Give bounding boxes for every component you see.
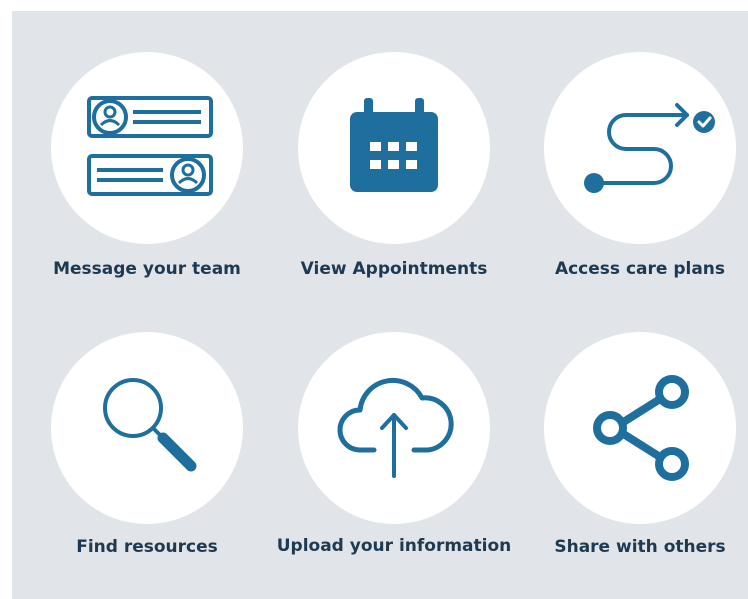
icon-circle (544, 332, 736, 524)
tile-label: Upload your information (276, 536, 512, 556)
calendar-icon (350, 98, 438, 192)
tile-share-with-others[interactable]: Share with others (520, 308, 748, 588)
icon-circle (298, 332, 490, 524)
icon-circle (298, 52, 490, 244)
icon-circle (51, 52, 243, 244)
icon-circle (544, 52, 736, 244)
tile-label: View Appointments (300, 259, 488, 279)
cloud-upload-icon (337, 377, 454, 478)
tile-label: Access care plans (554, 259, 726, 279)
tile-access-care-plans[interactable]: Access care plans (520, 28, 748, 308)
search-icon (103, 378, 197, 472)
feature-grid: Message your team View Appointments Acce… (12, 11, 748, 599)
tile-view-appointments[interactable]: View Appointments (274, 28, 514, 308)
tile-label: Find resources (76, 537, 218, 557)
care-path-icon (584, 103, 715, 193)
icon-circle (51, 332, 243, 524)
share-icon (593, 375, 689, 481)
message-cards-icon (87, 96, 213, 196)
tile-find-resources[interactable]: Find resources (27, 308, 267, 588)
tile-upload-your-information[interactable]: Upload your information (274, 308, 514, 588)
tile-label: Message your team (53, 259, 241, 279)
tile-message-your-team[interactable]: Message your team (27, 28, 267, 308)
tile-label: Share with others (554, 537, 726, 557)
